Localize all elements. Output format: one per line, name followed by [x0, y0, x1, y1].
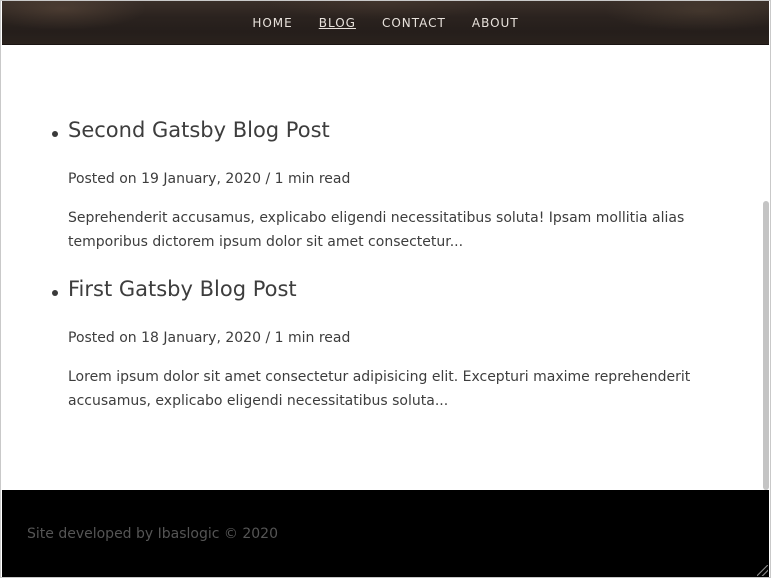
vertical-scrollbar[interactable] [762, 45, 769, 490]
main-nav: HOME BLOG CONTACT ABOUT [2, 1, 769, 45]
footer-credit: Site developed by Ibaslogic © 2020 [27, 526, 278, 542]
site-footer: Site developed by Ibaslogic © 2020 [2, 490, 769, 577]
nav-link-blog[interactable]: BLOG [319, 16, 356, 30]
blog-content: Second Gatsby Blog Post Posted on 19 Jan… [2, 45, 761, 490]
nav-link-contact[interactable]: CONTACT [382, 16, 446, 30]
post-excerpt: Lorem ipsum dolor sit amet consectetur a… [68, 369, 691, 409]
bullet [52, 290, 58, 296]
post-excerpt: Seprehenderit accusamus, explicabo elige… [68, 210, 685, 250]
bullet [52, 131, 58, 137]
nav-link-home[interactable]: HOME [252, 16, 292, 30]
resize-grip-icon[interactable] [757, 565, 768, 576]
post-title-link[interactable]: First Gatsby Blog Post [68, 277, 297, 301]
scrollbar-thumb[interactable] [763, 201, 769, 490]
nav-link-about[interactable]: ABOUT [472, 16, 519, 30]
post-meta: Posted on 19 January, 2020 / 1 min read [68, 171, 351, 187]
site-header: HOME BLOG CONTACT ABOUT [2, 1, 769, 45]
browser-viewport: HOME BLOG CONTACT ABOUT Second Gatsby Bl… [0, 0, 771, 578]
post-meta: Posted on 18 January, 2020 / 1 min read [68, 330, 351, 346]
post-title-link[interactable]: Second Gatsby Blog Post [68, 118, 330, 142]
